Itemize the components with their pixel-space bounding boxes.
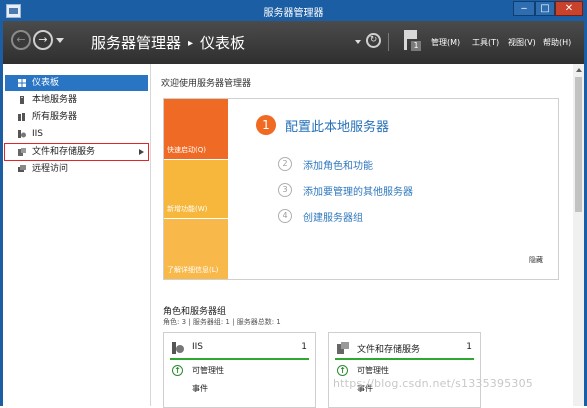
toolbar: ← → 服务器管理器 ▸ 仪表板 ↻ 1 管理(M) 工具(T) 视图(V) 帮助(… (3, 21, 584, 64)
tile-label: 了解详细信息(L) (167, 266, 219, 274)
local-server-icon (20, 96, 24, 104)
file-storage-role-icon (337, 342, 349, 354)
title-bar: 服务器管理器 ‒ □ ✕ (0, 0, 587, 21)
step-1-number: 1 (256, 115, 276, 135)
breadcrumb: 服务器管理器 ▸ 仪表板 (91, 32, 245, 53)
sidebar-item-file-storage-services[interactable]: 文件和存储服务 (4, 143, 149, 161)
status-ok-bar (335, 358, 474, 360)
scrollbar-thumb[interactable] (575, 77, 582, 212)
hide-welcome-link[interactable]: 隐藏 (529, 255, 543, 265)
role-card-count: 1 (466, 342, 472, 352)
breadcrumb-separator-icon: ▸ (188, 38, 194, 49)
refresh-icon[interactable]: ↻ (366, 33, 381, 48)
tile-label: 快速启动(Q) (167, 146, 206, 154)
manageability-link[interactable]: 可管理性 (357, 365, 389, 376)
file-storage-icon (18, 148, 26, 156)
step-4-number: 4 (278, 209, 292, 223)
status-ok-icon: ↑ (337, 365, 348, 376)
sidebar: 仪表板 本地服务器 所有服务器 IIS 文件和存储服务 远程访问 (3, 64, 151, 406)
scroll-up-icon[interactable] (576, 68, 582, 72)
sidebar-item-iis[interactable]: IIS (5, 126, 148, 142)
tile-quick-start[interactable]: 快速启动(Q) (164, 99, 228, 159)
step-3-number: 3 (278, 183, 292, 197)
roles-heading: 角色和服务器组 (163, 307, 227, 317)
sidebar-item-label: 本地服务器 (32, 95, 78, 105)
role-card-file-storage[interactable]: 文件和存储服务 1 ↑ 可管理性 事件 (328, 332, 481, 408)
dashboard-icon (18, 79, 26, 87)
role-card-title: 文件和存储服务 (357, 345, 421, 355)
sidebar-item-dashboard[interactable]: 仪表板 (5, 75, 148, 91)
notifications-flag-icon[interactable]: 1 (404, 30, 421, 52)
tile-learn-more[interactable]: 了解详细信息(L) (164, 219, 228, 279)
back-button[interactable]: ← (11, 30, 31, 50)
tile-whats-new[interactable]: 新增功能(W) (164, 160, 228, 218)
step-2-number: 2 (278, 157, 292, 171)
sidebar-item-label: 仪表板 (32, 78, 60, 88)
window-title: 服务器管理器 (263, 8, 324, 19)
forward-button[interactable]: → (33, 30, 53, 50)
status-ok-bar (170, 358, 309, 360)
breadcrumb-current: 仪表板 (200, 34, 246, 52)
tile-label: 新增功能(W) (167, 205, 208, 213)
welcome-panel: 快速启动(Q) 新增功能(W) 了解详细信息(L) 1 配置此本地服务器 2 添… (163, 98, 559, 280)
role-card-iis[interactable]: IIS 1 ↑ 可管理性 事件 (163, 332, 316, 408)
menu-view[interactable]: 视图(V) (508, 37, 536, 48)
sidebar-item-all-servers[interactable]: 所有服务器 (5, 109, 148, 125)
add-servers-link[interactable]: 添加要管理的其他服务器 (303, 183, 413, 198)
manageability-link[interactable]: 可管理性 (192, 365, 224, 376)
close-button[interactable]: ✕ (555, 1, 583, 16)
iis-role-icon (172, 342, 184, 354)
welcome-heading: 欢迎使用服务器管理器 (161, 79, 252, 89)
toolbar-divider (388, 33, 389, 51)
sidebar-item-label: 远程访问 (32, 164, 69, 174)
role-card-title: IIS (192, 342, 204, 352)
minimize-button[interactable]: ‒ (513, 1, 535, 16)
maximize-button[interactable]: □ (535, 1, 555, 16)
flag-cloth (407, 30, 417, 39)
vertical-scrollbar[interactable] (573, 64, 584, 406)
watermark-text: https://blog.csdn.net/s1335395305 (333, 377, 533, 390)
content-area: 仪表板 本地服务器 所有服务器 IIS 文件和存储服务 远程访问 欢迎使用服务器… (3, 64, 584, 408)
sidebar-item-local-server[interactable]: 本地服务器 (5, 92, 148, 108)
roles-summary: 角色: 3 | 服务器组: 1 | 服务器总数: 1 (163, 318, 281, 326)
breadcrumb-root[interactable]: 服务器管理器 (91, 34, 181, 52)
configure-local-server-link[interactable]: 配置此本地服务器 (285, 116, 389, 135)
sidebar-item-label: 所有服务器 (32, 112, 78, 122)
history-dropdown-icon[interactable] (56, 38, 64, 43)
submenu-arrow-icon[interactable] (139, 149, 144, 155)
role-card-count: 1 (301, 342, 307, 352)
iis-icon (18, 130, 26, 138)
add-roles-features-link[interactable]: 添加角色和功能 (303, 157, 373, 172)
events-link[interactable]: 事件 (192, 383, 208, 394)
sidebar-item-label: IIS (32, 129, 44, 139)
menu-tools[interactable]: 工具(T) (472, 37, 499, 48)
notification-count-badge: 1 (411, 41, 421, 51)
dashboard-main: 欢迎使用服务器管理器 快速启动(Q) 新增功能(W) 了解详细信息(L) 1 配… (151, 64, 573, 408)
sidebar-item-remote-access[interactable]: 远程访问 (5, 161, 148, 177)
all-servers-icon (18, 113, 25, 121)
window-frame: 服务器管理器 ‒ □ ✕ ← → 服务器管理器 ▸ 仪表板 ↻ 1 管理(M) 工具… (0, 0, 587, 408)
status-ok-icon: ↑ (172, 365, 183, 376)
create-server-group-link[interactable]: 创建服务器组 (303, 209, 363, 224)
menu-help[interactable]: 帮助(H) (543, 37, 571, 48)
sidebar-item-label: 文件和存储服务 (32, 147, 96, 157)
remote-access-icon (18, 165, 26, 172)
breadcrumb-dropdown-icon[interactable] (355, 40, 361, 44)
menu-manage[interactable]: 管理(M) (431, 37, 460, 48)
